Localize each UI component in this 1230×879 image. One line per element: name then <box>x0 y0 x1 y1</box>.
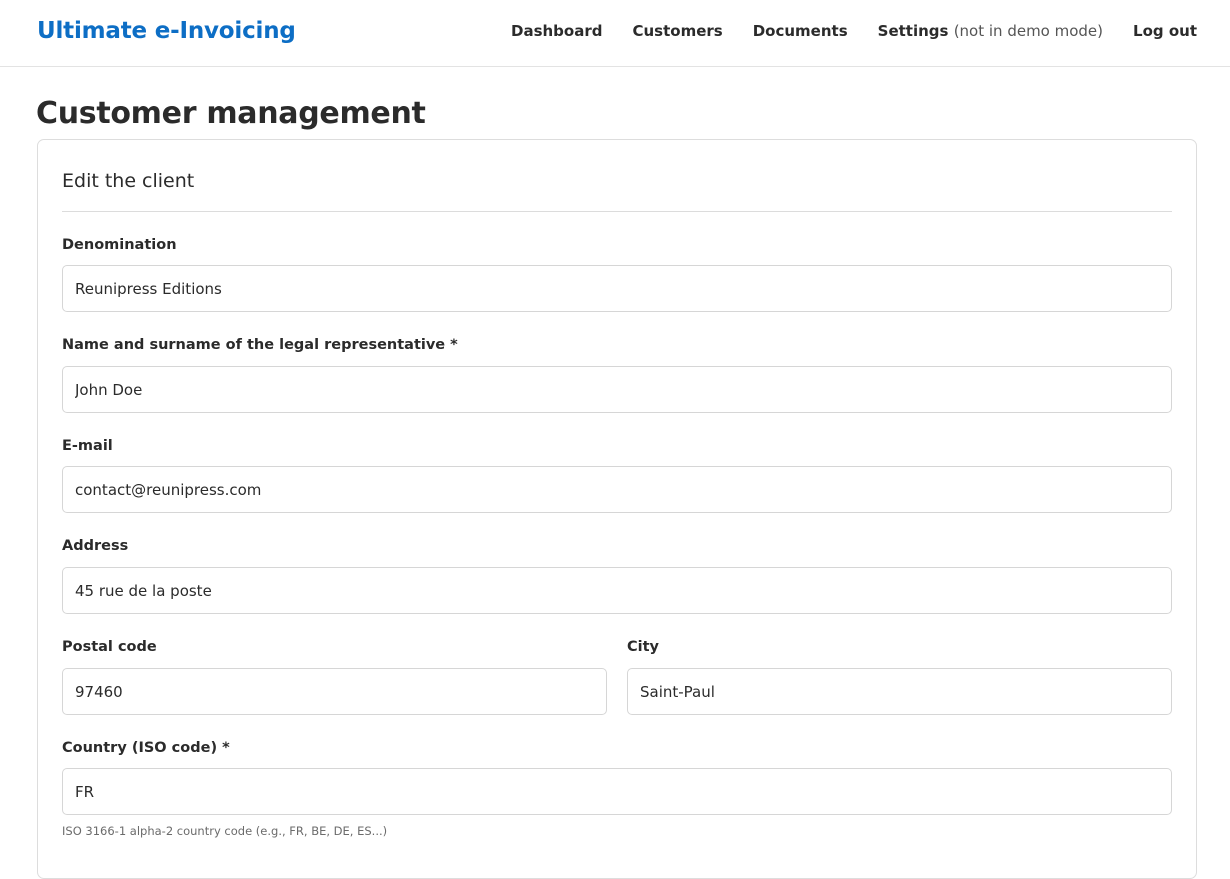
nav-documents[interactable]: Documents <box>753 22 848 40</box>
nav-dashboard[interactable]: Dashboard <box>511 22 602 40</box>
email-input[interactable] <box>62 466 1172 513</box>
nav-logout[interactable]: Log out <box>1133 22 1197 40</box>
legal-rep-label: Name and surname of the legal representa… <box>62 337 458 353</box>
brand-link[interactable]: Ultimate e-Invoicing <box>37 18 296 44</box>
country-input[interactable] <box>62 768 1172 815</box>
page-title: Customer management <box>36 96 426 131</box>
address-label: Address <box>62 538 129 554</box>
denomination-input[interactable] <box>62 265 1172 312</box>
city-input[interactable] <box>627 668 1172 715</box>
legal-rep-input[interactable] <box>62 366 1172 413</box>
top-navbar: Ultimate e-Invoicing Dashboard Customers… <box>0 0 1230 67</box>
country-help-text: ISO 3166-1 alpha-2 country code (e.g., F… <box>62 824 388 838</box>
nav-settings[interactable]: Settings (not in demo mode) <box>878 22 1103 40</box>
main-nav: Dashboard Customers Documents Settings (… <box>481 22 1197 40</box>
city-label: City <box>627 639 659 655</box>
nav-settings-note: (not in demo mode) <box>953 22 1104 40</box>
denomination-label: Denomination <box>62 237 177 253</box>
email-label: E-mail <box>62 438 113 454</box>
address-input[interactable] <box>62 567 1172 614</box>
card-title: Edit the client <box>62 170 195 192</box>
country-label: Country (ISO code) * <box>62 740 230 756</box>
postal-code-input[interactable] <box>62 668 607 715</box>
nav-customers[interactable]: Customers <box>632 22 722 40</box>
postal-code-label: Postal code <box>62 639 157 655</box>
edit-client-card: Edit the client Denomination Name and su… <box>37 139 1197 879</box>
nav-settings-label: Settings <box>877 22 949 40</box>
card-divider <box>62 211 1172 212</box>
